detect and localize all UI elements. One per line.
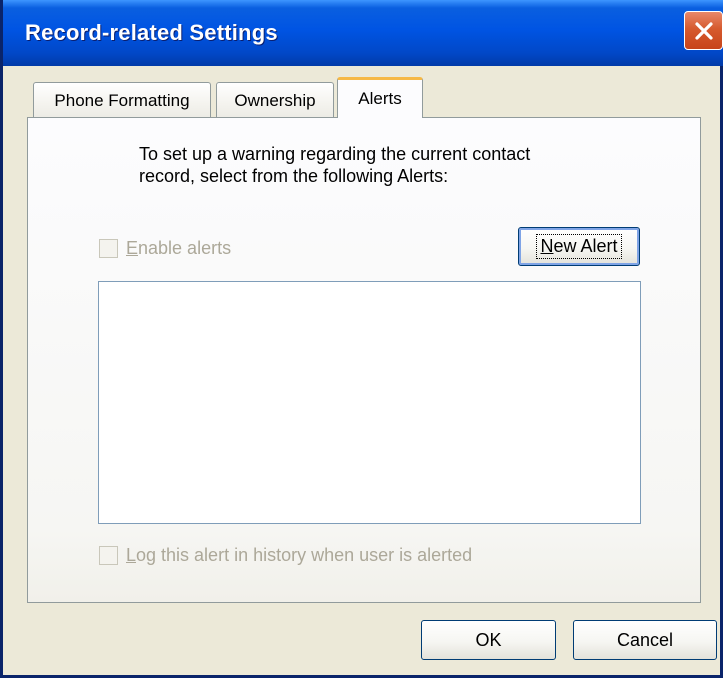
title-bar[interactable]: Record-related Settings [3,0,723,66]
tab-label: Alerts [358,89,402,108]
record-settings-dialog: Record-related Settings Phone Formatting… [0,0,723,678]
new-alert-button[interactable]: New Alert [518,227,640,266]
alerts-description: To set up a warning regarding the curren… [139,143,530,187]
cancel-button[interactable]: Cancel [573,620,717,660]
tab-label: Ownership [234,90,316,110]
description-line: record, select from the following Alerts… [139,166,449,186]
ok-button[interactable]: OK [421,620,556,660]
enable-alerts-label: Enable alerts [126,238,232,258]
new-alert-label: New Alert [536,234,622,259]
cancel-label: Cancel [616,629,674,650]
close-icon [693,20,715,42]
tab-label: Phone Formatting [54,90,190,110]
tab-phone-formatting[interactable]: Phone Formatting [33,82,211,118]
tab-alerts[interactable]: Alerts [337,77,423,118]
alerts-listbox[interactable] [98,281,641,524]
ok-label: OK [475,629,502,650]
enable-alerts-checkbox[interactable]: Enable alerts [99,238,231,259]
description-line: To set up a warning regarding the curren… [139,144,531,164]
close-button[interactable] [684,11,723,50]
log-alert-checkbox[interactable]: Log this alert in history when user is a… [99,545,472,566]
log-alert-label: Log this alert in history when user is a… [126,545,473,565]
checkbox-box[interactable] [99,546,118,565]
tab-ownership[interactable]: Ownership [216,82,334,118]
checkbox-box[interactable] [99,239,118,258]
window-title: Record-related Settings [25,20,278,45]
